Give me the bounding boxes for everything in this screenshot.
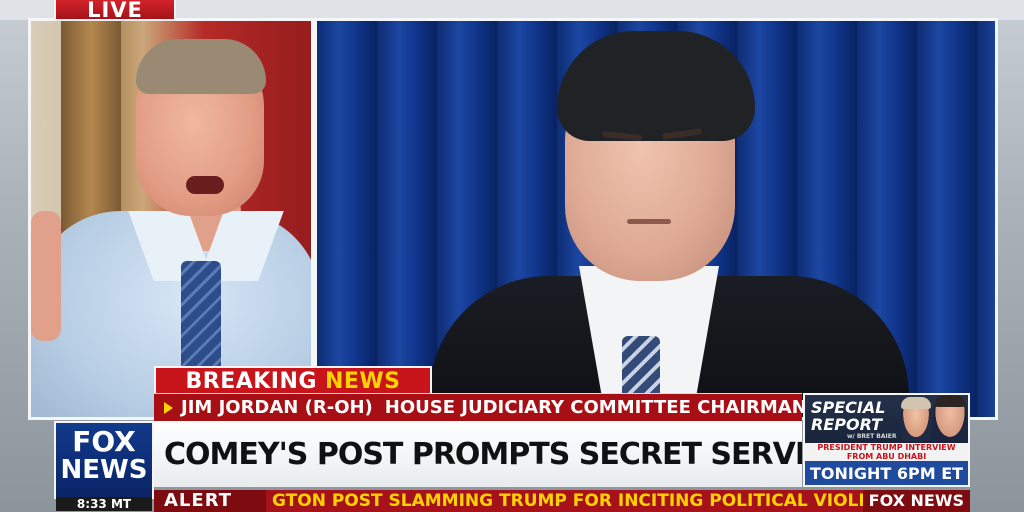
breaking-label-word2: NEWS (324, 368, 401, 394)
subject-hair (557, 31, 755, 141)
subject-mouth (627, 219, 671, 224)
ticker-alert-label: ALERT (154, 490, 266, 512)
fox-news-logo: FOX NEWS 8:33 MT (54, 421, 154, 511)
guest-video-box (28, 18, 314, 420)
promo-tease: PRESIDENT TRUMP INTERVIEW FROM ABU DHABI (805, 443, 968, 461)
guest-name-strap: JIM JORDAN (R-OH) HOUSE JUDICIARY COMMIT… (154, 393, 807, 421)
promo-portrait-2-hair (935, 395, 965, 407)
promo-host-credit: w/ BRET BAIER (847, 433, 897, 440)
alert-ticker: ALERT GTON POST SLAMMING TRUMP FOR INCIT… (154, 490, 970, 512)
breaking-news-label: BREAKING NEWS (154, 366, 432, 394)
promo-show-title: SPECIAL REPORT (811, 398, 886, 434)
guest-name: JIM JORDAN (R-OH) (181, 397, 373, 418)
special-report-promo: SPECIAL REPORT w/ BRET BAIER PRESIDENT T… (803, 393, 970, 487)
headline-text: COMEY'S POST PROMPTS SECRET SERVICE INVE… (164, 436, 802, 472)
promo-portrait-1-hair (901, 397, 931, 409)
live-badge: LIVE (54, 0, 176, 22)
clock-display: 8:33 MT (56, 497, 152, 511)
promo-airtime: TONIGHT 6PM ET (805, 461, 968, 485)
play-arrow-icon (164, 401, 173, 414)
guest-hair (136, 39, 266, 94)
subject-photo-box (314, 18, 998, 420)
guest-title: HOUSE JUDICIARY COMMITTEE CHAIRMAN (384, 397, 807, 418)
guest-mouth (186, 176, 224, 194)
breaking-label-word1: BREAKING (185, 368, 317, 394)
headline-bar: COMEY'S POST PROMPTS SECRET SERVICE INVE… (154, 421, 802, 487)
logo-line2: NEWS (60, 455, 148, 485)
logo-line1: FOX (72, 425, 136, 458)
guest-hand (31, 211, 61, 341)
ticker-brand: FOX NEWS (862, 490, 970, 512)
ticker-text: GTON POST SLAMMING TRUMP FOR INCITING PO… (272, 491, 863, 511)
